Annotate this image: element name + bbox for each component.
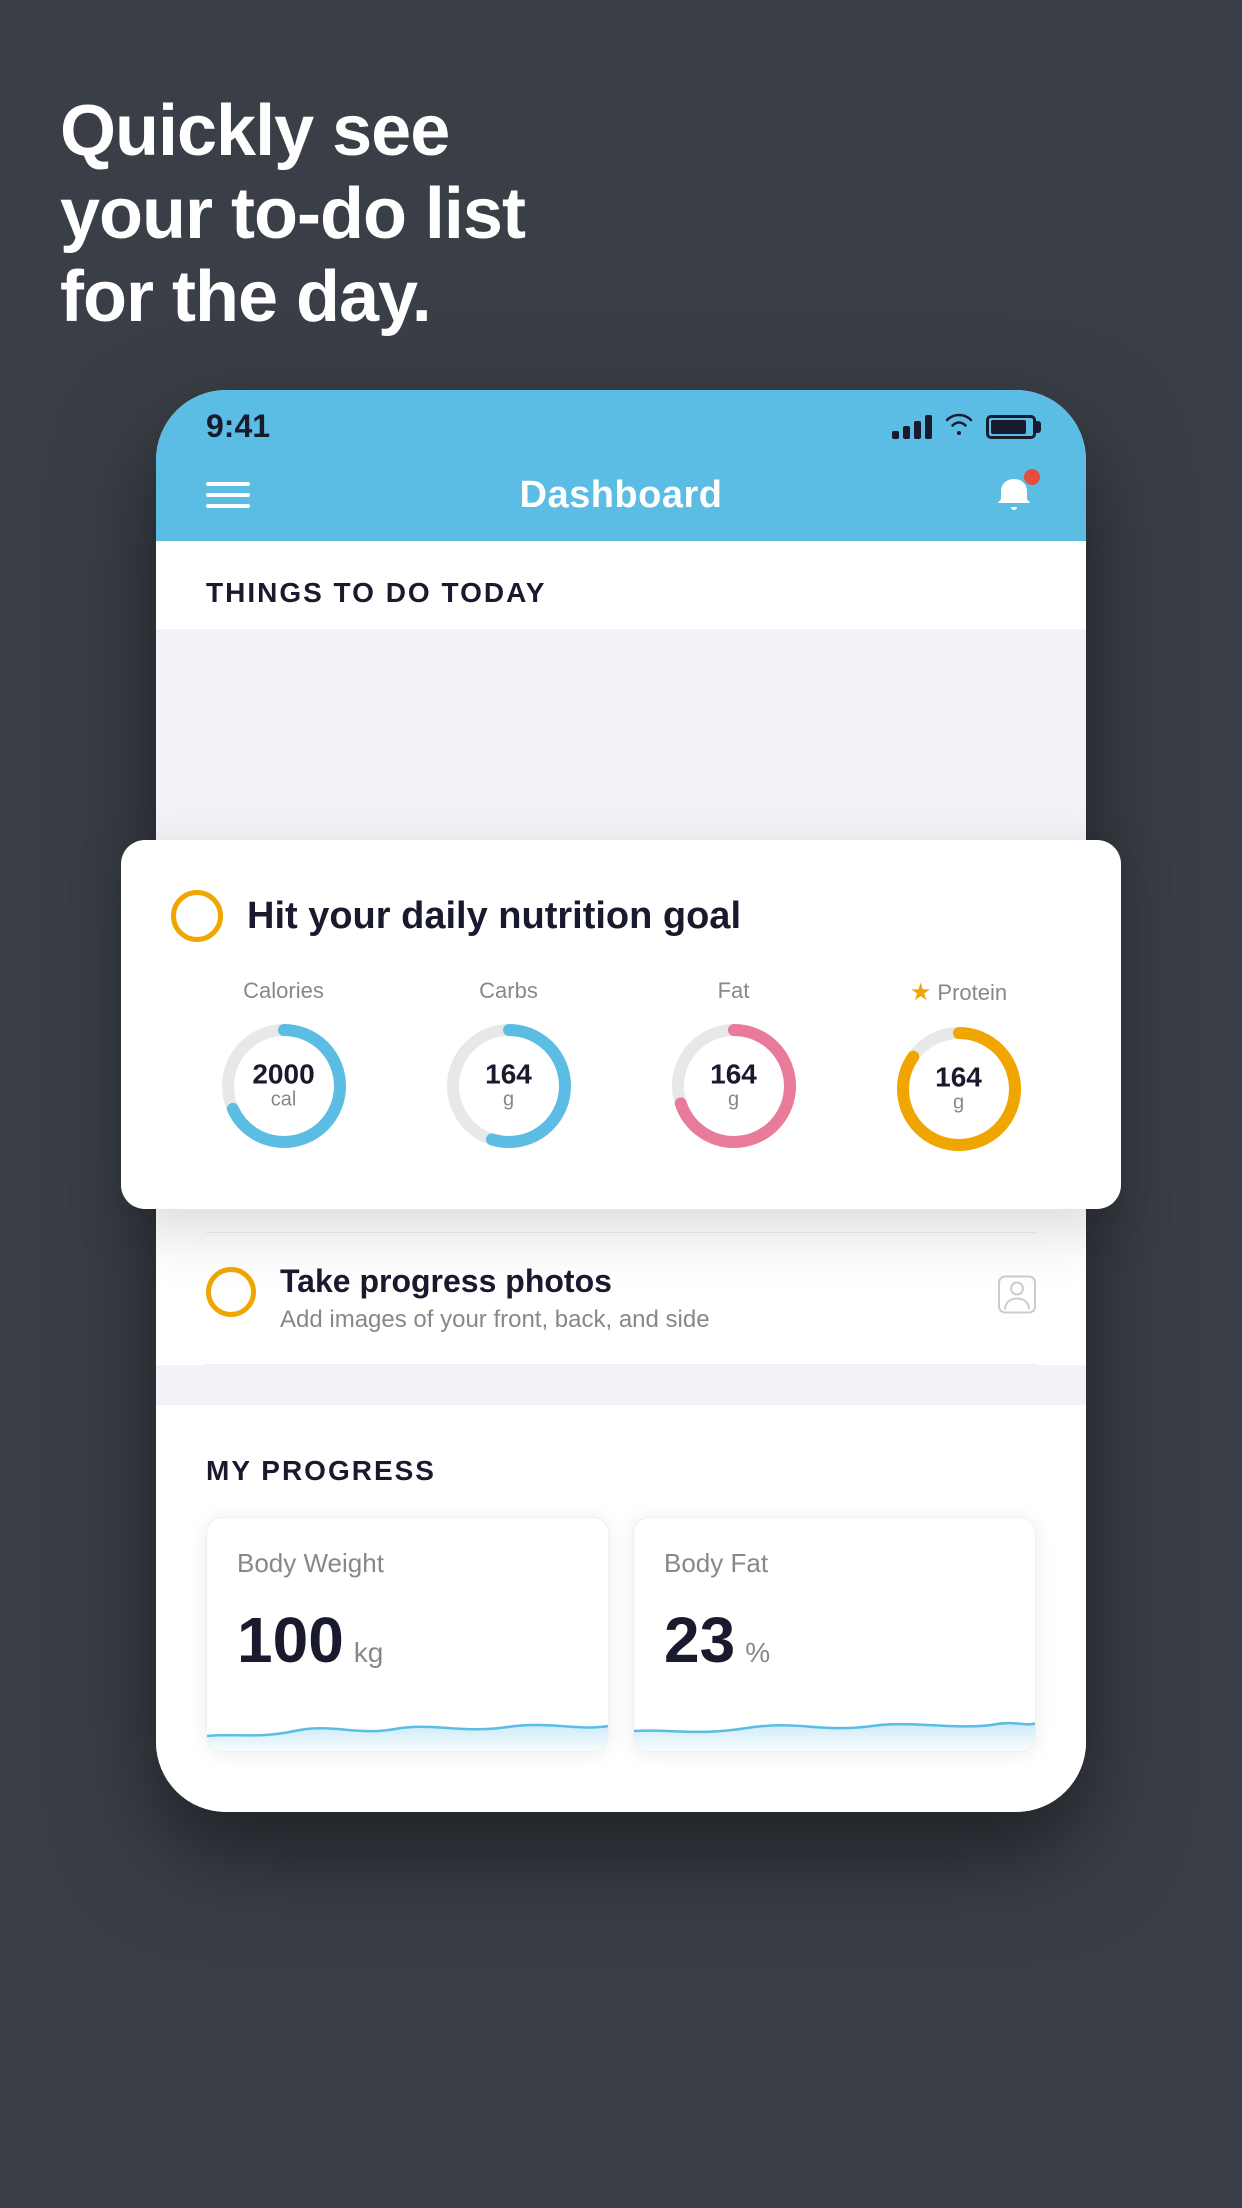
calories-value: 2000 bbox=[252, 1061, 314, 1089]
todo-text-photos: Take progress photos Add images of your … bbox=[280, 1263, 1036, 1334]
progress-section-title: MY PROGRESS bbox=[206, 1455, 1036, 1487]
protein-label: Protein bbox=[937, 980, 1007, 1006]
menu-button[interactable] bbox=[206, 482, 250, 508]
weight-chart bbox=[207, 1701, 608, 1751]
carbs-label: Carbs bbox=[479, 978, 538, 1004]
status-bar: 9:41 bbox=[156, 390, 1086, 453]
fat-value: 164 bbox=[710, 1061, 757, 1089]
nutrition-circles: Calories 2000 cal Carbs 1 bbox=[171, 978, 1071, 1159]
notification-dot bbox=[1024, 469, 1040, 485]
progress-card-weight[interactable]: Body Weight 100 kg bbox=[206, 1517, 609, 1752]
progress-card-bodyfat-title: Body Fat bbox=[664, 1548, 1005, 1579]
bodyfat-unit: % bbox=[745, 1637, 770, 1669]
todo-subtitle-photos: Add images of your front, back, and side bbox=[280, 1306, 1036, 1334]
things-to-do-title: THINGS TO DO TODAY bbox=[206, 577, 1036, 609]
calories-unit: cal bbox=[252, 1089, 314, 1112]
todo-item-photos[interactable]: Take progress photos Add images of your … bbox=[206, 1233, 1036, 1365]
highlight-card: Hit your daily nutrition goal Calories 2… bbox=[121, 840, 1121, 1209]
fat-label: Fat bbox=[718, 978, 750, 1004]
headline-line3: for the day. bbox=[60, 256, 525, 339]
fat-donut: 164 g bbox=[664, 1016, 804, 1156]
nutrition-protein: ★ Protein 164 g bbox=[889, 978, 1029, 1159]
status-icons bbox=[892, 411, 1036, 442]
bodyfat-chart bbox=[634, 1701, 1035, 1751]
headline-line1: Quickly see bbox=[60, 90, 525, 173]
carbs-value: 164 bbox=[485, 1061, 532, 1089]
headline: Quickly see your to-do list for the day. bbox=[60, 90, 525, 338]
protein-label-row: ★ Protein bbox=[910, 978, 1007, 1007]
protein-unit: g bbox=[935, 1092, 982, 1115]
carbs-unit: g bbox=[485, 1089, 532, 1112]
nutrition-fat: Fat 164 g bbox=[664, 978, 804, 1156]
carbs-donut: 164 g bbox=[439, 1016, 579, 1156]
progress-value-row-weight: 100 kg bbox=[237, 1603, 578, 1677]
calories-label: Calories bbox=[243, 978, 324, 1004]
things-to-do-section: THINGS TO DO TODAY bbox=[156, 541, 1086, 629]
fat-unit: g bbox=[710, 1089, 757, 1112]
signal-icon bbox=[892, 415, 932, 439]
progress-card-bodyfat[interactable]: Body Fat 23 % bbox=[633, 1517, 1036, 1752]
headline-line2: your to-do list bbox=[60, 173, 525, 256]
nutrition-carbs: Carbs 164 g bbox=[439, 978, 579, 1156]
person-icon bbox=[998, 1275, 1036, 1322]
status-time: 9:41 bbox=[206, 408, 270, 445]
calories-donut: 2000 cal bbox=[214, 1016, 354, 1156]
nutrition-calories: Calories 2000 cal bbox=[214, 978, 354, 1156]
highlight-circle-check bbox=[171, 890, 223, 942]
todo-title-photos: Take progress photos bbox=[280, 1263, 1036, 1300]
protein-donut: 164 g bbox=[889, 1019, 1029, 1159]
highlight-card-header: Hit your daily nutrition goal bbox=[171, 890, 1071, 942]
progress-card-weight-title: Body Weight bbox=[237, 1548, 578, 1579]
todo-check-photos bbox=[206, 1267, 256, 1317]
progress-cards-container: Body Weight 100 kg bbox=[206, 1517, 1036, 1752]
wifi-icon bbox=[944, 411, 974, 442]
protein-value: 164 bbox=[935, 1064, 982, 1092]
nav-bar: Dashboard bbox=[156, 453, 1086, 541]
weight-value: 100 bbox=[237, 1603, 344, 1677]
highlight-card-title: Hit your daily nutrition goal bbox=[247, 895, 741, 938]
notification-bell[interactable] bbox=[992, 473, 1036, 517]
progress-section: MY PROGRESS Body Weight 100 kg bbox=[156, 1405, 1086, 1812]
weight-unit: kg bbox=[354, 1637, 384, 1669]
battery-icon bbox=[986, 415, 1036, 439]
nav-title: Dashboard bbox=[520, 474, 723, 517]
protein-star-icon: ★ bbox=[910, 978, 932, 1007]
progress-value-row-bodyfat: 23 % bbox=[664, 1603, 1005, 1677]
bodyfat-value: 23 bbox=[664, 1603, 735, 1677]
